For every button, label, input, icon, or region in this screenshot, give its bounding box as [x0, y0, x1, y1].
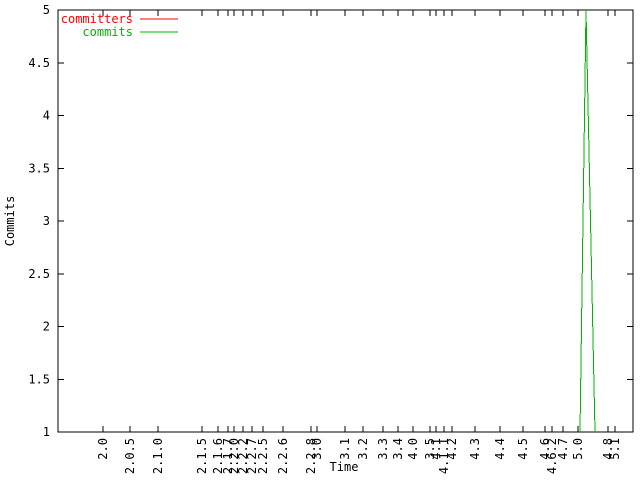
legend-label-committers: committers	[61, 12, 133, 26]
y-tick-label: 5	[43, 3, 50, 17]
x-tick-label: 2.1.0	[151, 438, 165, 474]
y-axis-title: Commits	[3, 196, 17, 247]
x-tick-label: 2.2.5	[256, 438, 270, 474]
y-tick-labels: 1 1.5 2 2.5 3 3.5 4 4.5 5	[28, 3, 50, 439]
x-tick-labels: 2.0 2.0.5 2.1.0 2.1.5 2.1.62.1.72.2.02.2.22.…	[96, 438, 622, 474]
legend: committers commits	[61, 12, 178, 39]
x-tick-label: 4.7	[556, 438, 570, 460]
x-tick-label: 3.4	[391, 438, 405, 460]
chart-canvas: 11.522.533.544.55 2.0 2.0.5 2.1.0 2.1.5 2.1.…	[3, 3, 634, 474]
y-tick-label: 3.5	[28, 161, 50, 175]
gnuplot-chart: 1 1.5 2 2.5 3 3.5 4 4.5 5 2.0 2.0.5 2.1.0 2.1.5 2.1.…	[0, 0, 640, 480]
y-tick-label: 2.5	[28, 267, 50, 281]
plot-border	[57, 9, 634, 433]
y-tick-label: 3	[43, 214, 50, 228]
x-axis-title: Time	[330, 460, 359, 474]
x-tick-label: 4.5	[516, 438, 530, 460]
x-tick-label: 2.2.6	[276, 438, 290, 474]
x-tick-label: 4.4	[493, 438, 507, 460]
x-tick-label: 3.2	[356, 438, 370, 460]
x-tick-label: 3.0	[310, 438, 324, 460]
y-tick-label: 1.5	[28, 372, 50, 386]
x-tick-label: 5.1	[608, 438, 622, 460]
x-tick-label: 2.1.5	[195, 438, 209, 474]
y-tick-label: 1	[43, 425, 50, 439]
y-tick-label: 4	[43, 109, 50, 123]
y-tick-label: 2	[43, 320, 50, 334]
x-tick-label: 2.0.5	[123, 438, 137, 474]
x-tick-label: 4.3	[468, 438, 482, 460]
x-tick-label: 4.2	[445, 438, 459, 460]
series-line-commits	[579, 9, 596, 433]
x-tick-label: 2.0	[96, 438, 110, 460]
tick-marks	[58, 9, 633, 433]
x-tick-label: 3.1	[338, 438, 352, 460]
x-tick-label: 4.0	[406, 438, 420, 460]
x-tick-label: 3.3	[376, 438, 390, 460]
series-lines	[579, 9, 596, 433]
y-tick-label: 4.5	[28, 56, 50, 70]
x-tick-label: 5.0	[571, 438, 585, 460]
legend-label-commits: commits	[82, 25, 133, 39]
